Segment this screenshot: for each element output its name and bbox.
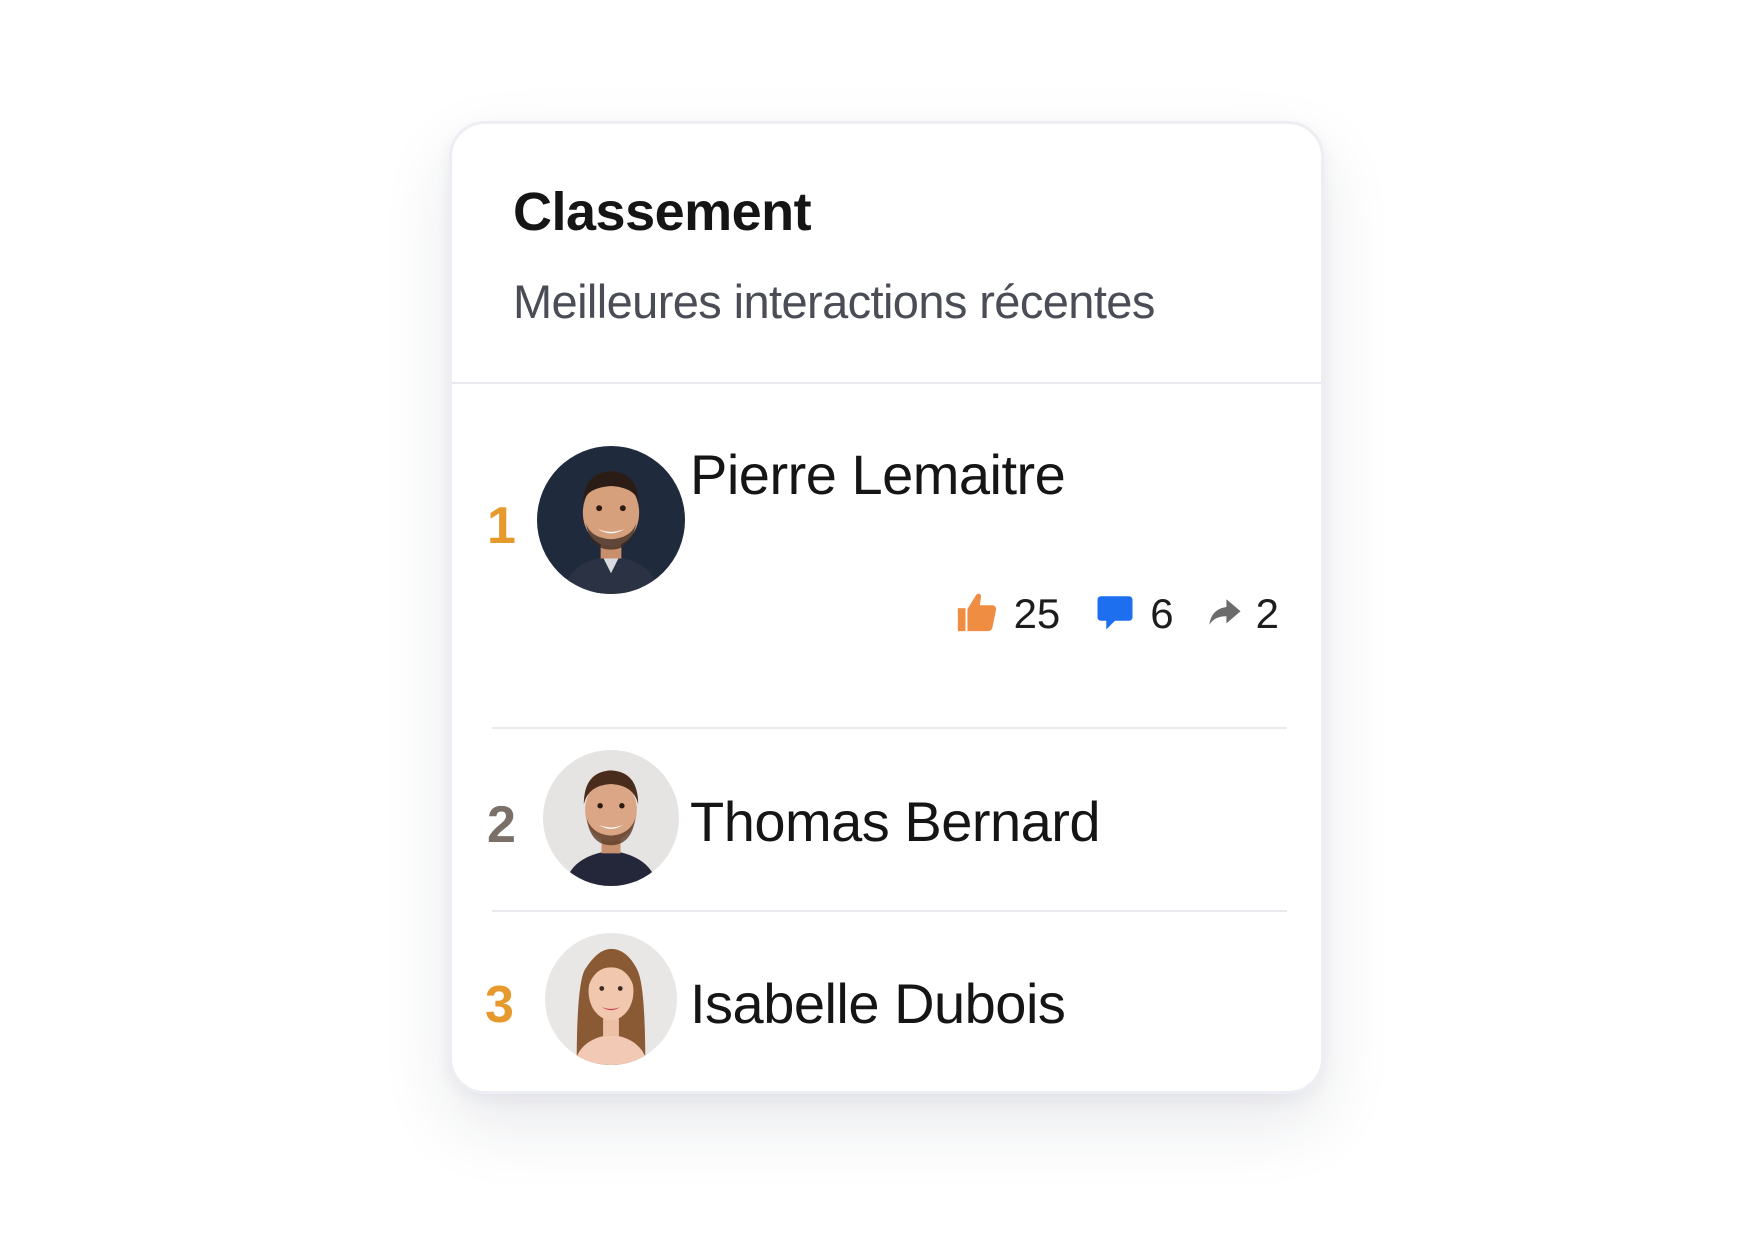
- avatar[interactable]: [545, 933, 677, 1065]
- comment-icon: [1094, 591, 1136, 638]
- user-name: Pierre Lemaitre: [690, 443, 1066, 506]
- user-name: Isabelle Dubois: [690, 972, 1066, 1035]
- shares-count: 2: [1255, 590, 1279, 637]
- shares-stat: 2: [1208, 590, 1279, 638]
- likes-stat: 25: [954, 589, 1061, 640]
- rank-number: 3: [485, 976, 514, 1034]
- rank-number: 1: [487, 497, 516, 555]
- avatar[interactable]: [537, 446, 685, 594]
- page-background: Classement Meilleures interactions récen…: [0, 0, 1745, 1250]
- card-title: Classement: [513, 182, 812, 242]
- card-subtitle: Meilleures interactions récentes: [513, 275, 1155, 328]
- avatar-photo-woman: [545, 933, 677, 1065]
- row-divider: [492, 727, 1287, 729]
- comments-count: 6: [1150, 590, 1174, 637]
- share-arrow-icon: [1208, 595, 1242, 634]
- avatar[interactable]: [543, 750, 679, 886]
- likes-count: 25: [1013, 590, 1061, 637]
- avatar-photo-man-beard: [543, 750, 679, 886]
- card-header: Classement Meilleures interactions récen…: [452, 124, 1321, 384]
- interaction-stats: 25 6 2: [954, 584, 1279, 644]
- avatar-photo-man-dark-hair: [537, 446, 685, 594]
- comments-stat: 6: [1094, 590, 1174, 638]
- user-name: Thomas Bernard: [690, 790, 1101, 853]
- leaderboard-card: Classement Meilleures interactions récen…: [449, 121, 1324, 1094]
- row-divider: [492, 910, 1287, 912]
- rank-number: 2: [487, 796, 516, 854]
- thumbs-up-icon: [954, 589, 1000, 640]
